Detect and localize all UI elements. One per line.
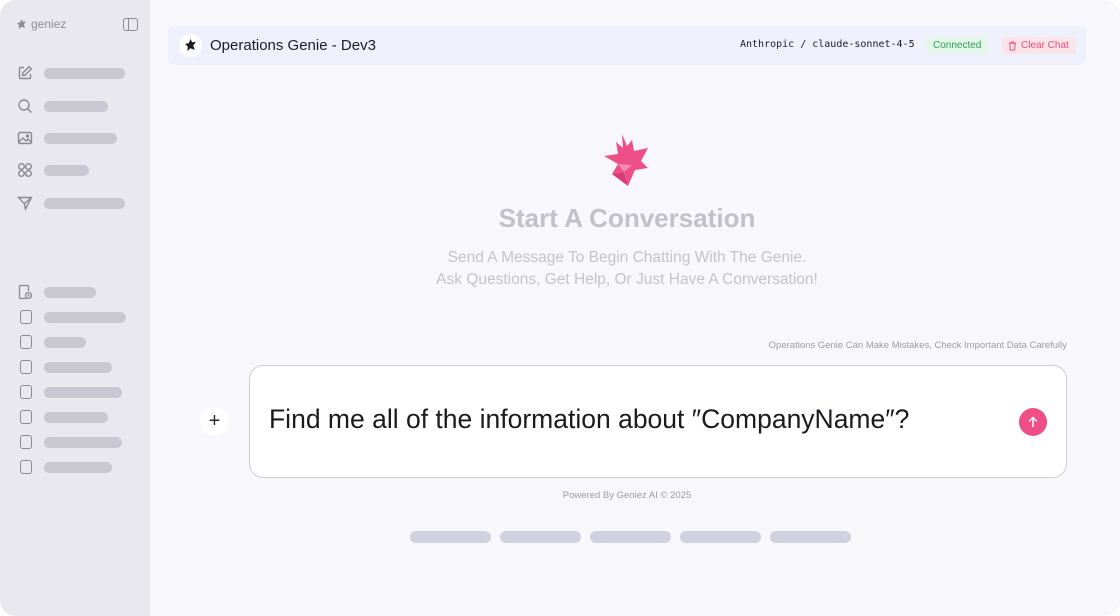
sidebar-item-search[interactable] <box>17 98 108 114</box>
history-item[interactable] <box>17 384 122 400</box>
welcome-subtitle-line2: Ask Questions, Get Help, Or Just Have A … <box>436 271 818 288</box>
document-icon <box>17 409 33 425</box>
app-window: geniez Operations Genie - Dev3 Anthropic… <box>0 0 1120 616</box>
document-icon <box>17 434 33 450</box>
history-item[interactable] <box>17 459 112 475</box>
apps-grid-icon <box>17 162 33 178</box>
history-item-placeholder <box>44 437 122 448</box>
new-chat-icon <box>17 65 33 81</box>
sidebar-item-new-chat[interactable] <box>17 65 125 81</box>
model-label: Anthropic / claude-sonnet-4-5 <box>740 39 915 50</box>
sidebar-item-placeholder <box>44 165 89 176</box>
history-item-placeholder <box>44 462 112 473</box>
history-item[interactable] <box>17 284 96 300</box>
search-icon <box>17 98 33 114</box>
send-button[interactable] <box>1019 408 1047 436</box>
send-filter-icon <box>17 195 33 211</box>
suggestion-chips <box>410 531 851 543</box>
sidebar-item-placeholder <box>44 68 125 79</box>
document-icon <box>17 384 33 400</box>
history-item-placeholder <box>44 387 122 398</box>
brand[interactable]: geniez <box>16 17 66 31</box>
sidebar-toggle-icon[interactable] <box>123 18 138 31</box>
history-item[interactable] <box>17 434 122 450</box>
history-item-placeholder <box>44 362 112 373</box>
suggestion-chip-placeholder[interactable] <box>770 531 851 543</box>
document-icon <box>17 359 33 375</box>
sidebar-item-placeholder <box>44 198 125 209</box>
genie-avatar <box>179 34 202 57</box>
welcome-subtitle-line1: Send A Message To Begin Chatting With Th… <box>447 249 807 266</box>
chat-header: Operations Genie - Dev3 Anthropic / clau… <box>168 26 1086 65</box>
history-item[interactable] <box>17 409 108 425</box>
suggestion-chip-placeholder[interactable] <box>500 531 581 543</box>
sidebar: geniez <box>0 0 150 616</box>
message-input[interactable]: Find me all of the information about ″Co… <box>249 365 1067 478</box>
message-input-value[interactable]: Find me all of the information about ″Co… <box>269 404 909 435</box>
clear-chat-button[interactable]: Clear Chat <box>1002 37 1076 54</box>
document-icon <box>17 459 33 475</box>
history-item[interactable] <box>17 334 86 350</box>
attach-button[interactable]: + <box>200 407 229 436</box>
sidebar-item-images[interactable] <box>17 130 117 146</box>
suggestion-chip-placeholder[interactable] <box>590 531 671 543</box>
arrow-up-icon <box>1028 416 1038 428</box>
geniez-logo-icon <box>185 39 196 51</box>
document-icon <box>17 309 33 325</box>
image-icon <box>17 130 33 146</box>
trash-icon <box>1008 40 1017 51</box>
history-item-placeholder <box>44 337 86 348</box>
history-item-placeholder <box>44 312 126 323</box>
sidebar-item-placeholder <box>44 133 117 144</box>
sidebar-item-placeholder <box>44 101 108 112</box>
history-item-placeholder <box>44 287 96 298</box>
document-clock-icon <box>17 284 33 300</box>
status-badge: Connected <box>926 37 989 54</box>
disclaimer-text: Operations Genie Can Make Mistakes, Chec… <box>768 340 1067 351</box>
history-item[interactable] <box>17 359 112 375</box>
sidebar-item-send[interactable] <box>17 195 125 211</box>
brand-name: geniez <box>31 17 67 31</box>
welcome-title: Start A Conversation <box>498 203 756 233</box>
document-icon <box>17 334 33 350</box>
clear-chat-label: Clear Chat <box>1021 40 1069 51</box>
suggestion-chip-placeholder[interactable] <box>680 531 761 543</box>
page-title: Operations Genie - Dev3 <box>210 37 376 54</box>
suggestion-chip-placeholder[interactable] <box>410 531 491 543</box>
sidebar-item-apps[interactable] <box>17 162 89 178</box>
history-item-placeholder <box>44 412 108 423</box>
geniez-logo-icon <box>16 18 27 29</box>
powered-by: Powered By Geniez AI © 2025 <box>562 490 692 501</box>
genie-logo-icon <box>604 134 648 186</box>
history-item[interactable] <box>17 309 126 325</box>
